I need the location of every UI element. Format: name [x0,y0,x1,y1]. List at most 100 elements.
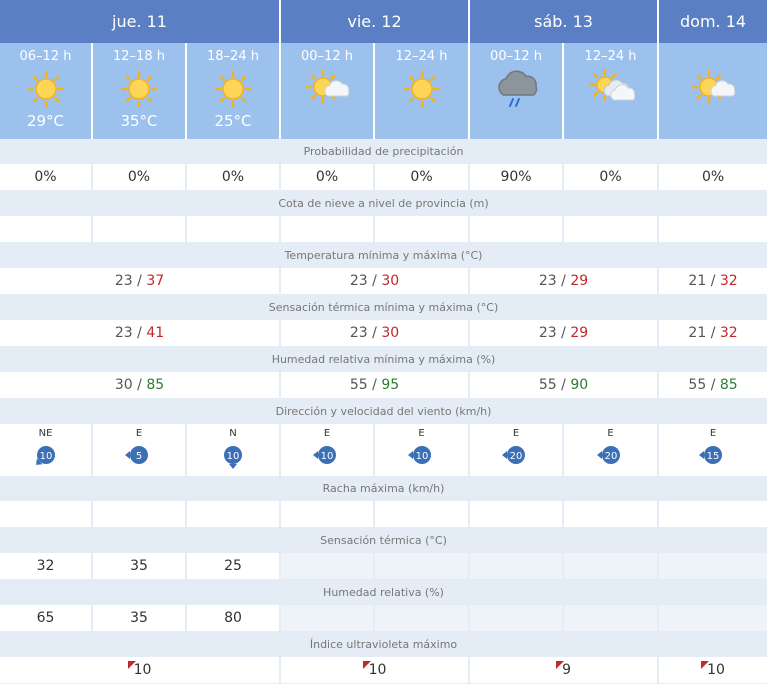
period-label: 12–24 h [584,49,637,64]
period-cell: 12–24 h [564,43,660,139]
humidity-row: 30 / 85 55 / 95 55 / 90 55 / 85 [0,372,767,399]
wind-arrow [596,451,602,459]
range-separator: / [372,325,377,341]
max-value: 85 [719,377,738,393]
uv-flag-icon [127,661,136,669]
wind-speed: 20 [510,451,523,462]
range-value: 55 / 85 [659,372,767,399]
uv-cell: 10 [281,657,471,684]
sun-icon [187,66,279,112]
uv-value-wrap: 10 [701,661,725,678]
precip-value: 90% [470,164,565,191]
thermal-sensation-value [564,553,660,580]
uv-cell: 10 [0,657,282,684]
precip-value: 0% [93,164,187,191]
temp-label: Temperatura mínima y máxima (°C) [0,243,767,268]
snow-value [470,216,565,243]
period-temperature: 29°C [26,112,65,130]
range-value: 55 / 90 [470,372,660,399]
period-cell: 06–12 h 29°C [0,43,93,139]
thermal-sensation-row: 32 35 25 [0,553,767,580]
gust-value [0,501,93,528]
snow-value [93,216,187,243]
snow-value [659,216,767,243]
sun-icon [375,66,468,112]
range-separator: / [561,377,566,393]
rain-cloud-icon [470,66,562,112]
thermal-sensation-value [375,553,471,580]
wind-arrow [699,451,705,459]
snow-value [0,216,93,243]
wind-arrow [125,451,130,459]
period-cell [659,43,767,139]
uv-value: 10 [133,662,152,678]
range-value: 23 / 41 [0,320,282,347]
range-separator: / [372,377,377,393]
wind-cell: N 10 [187,424,282,476]
uv-cell: 9 [470,657,660,684]
wind-label: Dirección y velocidad del viento (km/h) [0,399,767,424]
wind-cell: E 15 [659,424,767,476]
wind-speed: 10 [321,451,334,462]
period-label: 18–24 h [207,49,259,64]
range-separator: / [137,377,142,393]
min-value: 23 [114,325,133,341]
uv-value: 10 [707,662,725,678]
period-cell: 00–12 h [470,43,565,139]
relative-humidity-value [375,605,471,632]
range-separator: / [710,325,716,341]
snow-row [0,216,767,243]
period-label [659,49,767,64]
max-value: 29 [570,325,589,341]
day-header-row: jue. 11 vie. 12 sáb. 13 dom. 14 [0,0,767,43]
range-value: 30 / 85 [0,372,282,399]
wind-direction: E [512,428,520,439]
range-separator: / [710,377,716,393]
thermal-sensation-value [470,553,565,580]
wind-direction: E [709,428,717,439]
max-value: 32 [719,273,738,289]
range-value: 23 / 29 [470,320,660,347]
relative-humidity-value: 80 [187,605,282,632]
max-value: 90 [570,377,589,393]
wind-cell: E 10 [375,424,471,476]
wind-cell: E5 [93,424,187,476]
max-value: 32 [719,325,738,341]
thermal-sensation-label: Sensación térmica (°C) [0,528,767,553]
range-separator: / [137,325,142,341]
wind-arrow [407,451,413,459]
precip-value: 0% [375,164,471,191]
max-value: 30 [381,273,400,289]
forecast-table: jue. 11 vie. 12 sáb. 13 dom. 14 06–12 h 2… [0,0,767,684]
humidity-label: Humedad relativa mínima y máxima (%) [0,347,767,372]
wind-speed: 10 [39,451,52,462]
wind-badge-icon: 10 [187,442,279,472]
wind-badge-icon: 10 [375,442,468,472]
sun-icon [0,66,91,112]
wind-speed: 5 [136,451,142,462]
uv-row: 10 10 9 10 [0,657,767,684]
precip-value: 0% [187,164,282,191]
sun-clouds-icon [564,66,657,112]
gust-value [375,501,471,528]
thermal-sensation-value [281,553,376,580]
precip-value: 0% [659,164,767,191]
max-value: 85 [146,377,165,393]
range-separator: / [710,273,716,289]
uv-label: Índice ultravioleta máximo [0,632,767,657]
min-value: 23 [349,325,368,341]
period-label: 12–18 h [113,49,165,64]
range-value: 23 / 30 [281,320,471,347]
min-value: 23 [538,325,557,341]
min-value: 30 [114,377,133,393]
thermal-sensation-value: 35 [93,553,187,580]
sun-cloud-icon [659,66,767,112]
wind-badge-icon: 10 [281,442,373,472]
relative-humidity-value [470,605,565,632]
feel-row: 23 / 41 23 / 30 23 / 29 21 / 32 [0,320,767,347]
period-cell: 12–18 h 35°C [93,43,187,139]
range-value: 23 / 29 [470,268,660,295]
precip-value: 0% [281,164,376,191]
day-header: jue. 11 [0,0,282,43]
wind-arrow [502,451,508,459]
